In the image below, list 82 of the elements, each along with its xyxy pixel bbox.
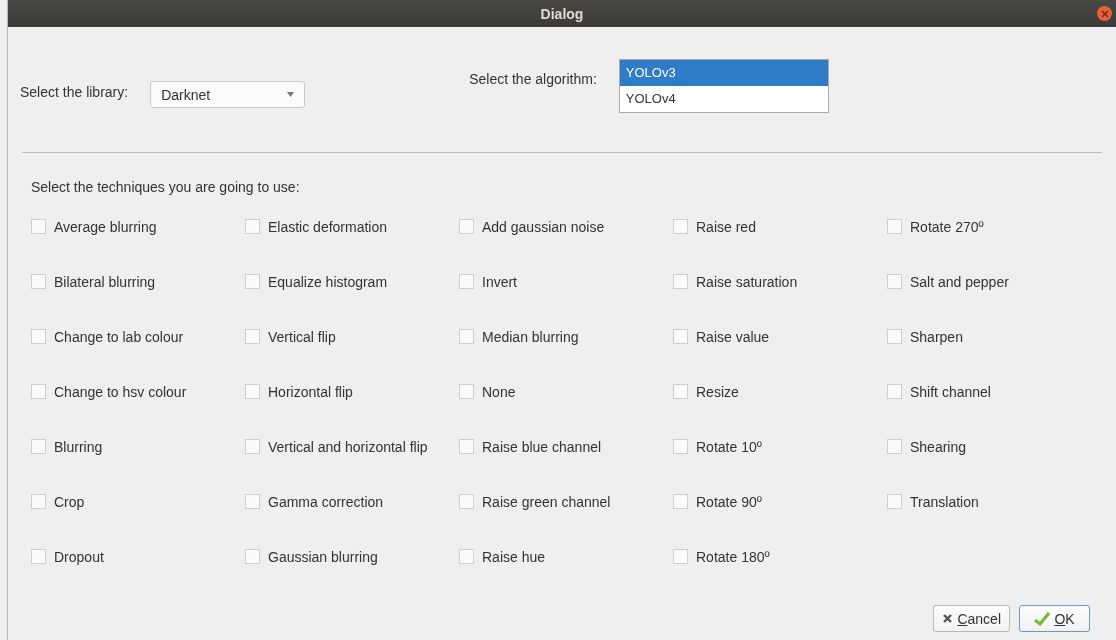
technique-checkbox[interactable]: Translation xyxy=(887,492,1101,511)
technique-checkbox[interactable]: Rotate 180º xyxy=(673,547,887,566)
technique-checkbox[interactable]: None xyxy=(459,382,673,401)
technique-checkbox[interactable]: Rotate 270º xyxy=(887,217,1101,236)
checkbox[interactable] xyxy=(459,384,474,399)
checkbox[interactable] xyxy=(887,384,902,399)
close-icon xyxy=(942,613,954,624)
technique-checkbox[interactable]: Equalize histogram xyxy=(245,272,459,291)
technique-checkbox[interactable]: Change to hsv colour xyxy=(31,382,245,401)
technique-checkbox[interactable]: Vertical and horizontal flip xyxy=(245,437,459,456)
technique-checkbox[interactable]: Raise green channel xyxy=(459,492,673,511)
library-dropdown[interactable]: Darknet xyxy=(150,81,306,108)
checkbox[interactable] xyxy=(31,549,46,564)
caret-icon xyxy=(287,92,295,97)
technique-checkbox[interactable]: Blurring xyxy=(31,437,245,456)
algorithm-option[interactable]: YOLOv4 xyxy=(619,86,828,112)
checkbox[interactable] xyxy=(887,494,902,509)
checkbox[interactable] xyxy=(31,329,46,344)
technique-checkbox[interactable]: Sharpen xyxy=(887,327,1101,346)
checkbox[interactable] xyxy=(31,274,46,289)
technique-checkbox[interactable]: Vertical flip xyxy=(245,327,459,346)
ok-button[interactable]: OK xyxy=(1019,605,1090,632)
technique-checkbox[interactable]: Average blurring xyxy=(31,217,245,236)
techniques-label: Select the techniques you are going to use: xyxy=(31,179,301,195)
checkbox[interactable] xyxy=(31,219,46,234)
checkbox[interactable] xyxy=(673,274,688,289)
checkmark-icon xyxy=(1034,611,1051,626)
checkbox[interactable] xyxy=(887,329,902,344)
technique-checkbox[interactable]: Raise saturation xyxy=(673,272,887,291)
checkbox[interactable] xyxy=(673,439,688,454)
technique-checkbox[interactable]: Gaussian blurring xyxy=(245,547,459,566)
checkbox[interactable] xyxy=(245,329,260,344)
technique-checkbox[interactable]: Bilateral blurring xyxy=(31,272,245,291)
checkbox[interactable] xyxy=(31,494,46,509)
technique-checkbox[interactable]: Median blurring xyxy=(459,327,673,346)
checkbox[interactable] xyxy=(245,439,260,454)
checkbox[interactable] xyxy=(31,384,46,399)
checkbox[interactable] xyxy=(245,494,260,509)
window-title: Dialog xyxy=(540,5,584,22)
technique-checkbox[interactable]: Gamma correction xyxy=(245,492,459,511)
technique-checkbox[interactable]: Raise blue channel xyxy=(459,437,673,456)
technique-checkbox[interactable]: Resize xyxy=(673,382,887,401)
technique-checkbox[interactable]: Shift channel xyxy=(887,382,1101,401)
checkbox[interactable] xyxy=(245,384,260,399)
checkbox[interactable] xyxy=(245,549,260,564)
checkbox[interactable] xyxy=(673,384,688,399)
checkbox[interactable] xyxy=(887,439,902,454)
checkbox[interactable] xyxy=(673,329,688,344)
checkbox[interactable] xyxy=(673,219,688,234)
algorithm-label: Select the algorithm: xyxy=(469,71,597,87)
checkbox[interactable] xyxy=(887,219,902,234)
technique-checkbox[interactable]: Raise red xyxy=(673,217,887,236)
technique-checkbox[interactable]: Dropout xyxy=(31,547,245,566)
cancel-button[interactable]: Cancel xyxy=(933,605,1010,632)
technique-checkbox[interactable]: Shearing xyxy=(887,437,1101,456)
technique-checkbox[interactable]: Raise hue xyxy=(459,547,673,566)
technique-checkbox[interactable]: Rotate 10º xyxy=(673,437,887,456)
technique-checkbox[interactable]: Salt and pepper xyxy=(887,272,1101,291)
checkbox[interactable] xyxy=(245,274,260,289)
technique-checkbox[interactable]: Crop xyxy=(31,492,245,511)
algorithm-option[interactable]: YOLOv3 xyxy=(619,60,828,86)
library-label: Select the library: xyxy=(20,83,129,100)
close-button[interactable] xyxy=(1097,6,1112,21)
checkbox[interactable] xyxy=(31,439,46,454)
technique-checkbox[interactable]: Change to lab colour xyxy=(31,327,245,346)
checkbox[interactable] xyxy=(673,549,688,564)
technique-checkbox[interactable]: Invert xyxy=(459,272,673,291)
technique-checkbox[interactable]: Elastic deformation xyxy=(245,217,459,236)
close-icon xyxy=(1099,8,1110,19)
technique-checkbox[interactable]: Rotate 90º xyxy=(673,492,887,511)
checkbox[interactable] xyxy=(887,274,902,289)
checkbox[interactable] xyxy=(245,219,260,234)
checkbox[interactable] xyxy=(459,549,474,564)
checkbox[interactable] xyxy=(459,494,474,509)
checkbox[interactable] xyxy=(673,494,688,509)
checkbox[interactable] xyxy=(459,439,474,454)
technique-checkbox[interactable]: Raise value xyxy=(673,327,887,346)
checkbox[interactable] xyxy=(459,219,474,234)
technique-checkbox[interactable]: Horizontal flip xyxy=(245,382,459,401)
checkbox[interactable] xyxy=(459,274,474,289)
technique-checkbox[interactable]: Add gaussian noise xyxy=(459,217,673,236)
checkbox[interactable] xyxy=(459,329,474,344)
